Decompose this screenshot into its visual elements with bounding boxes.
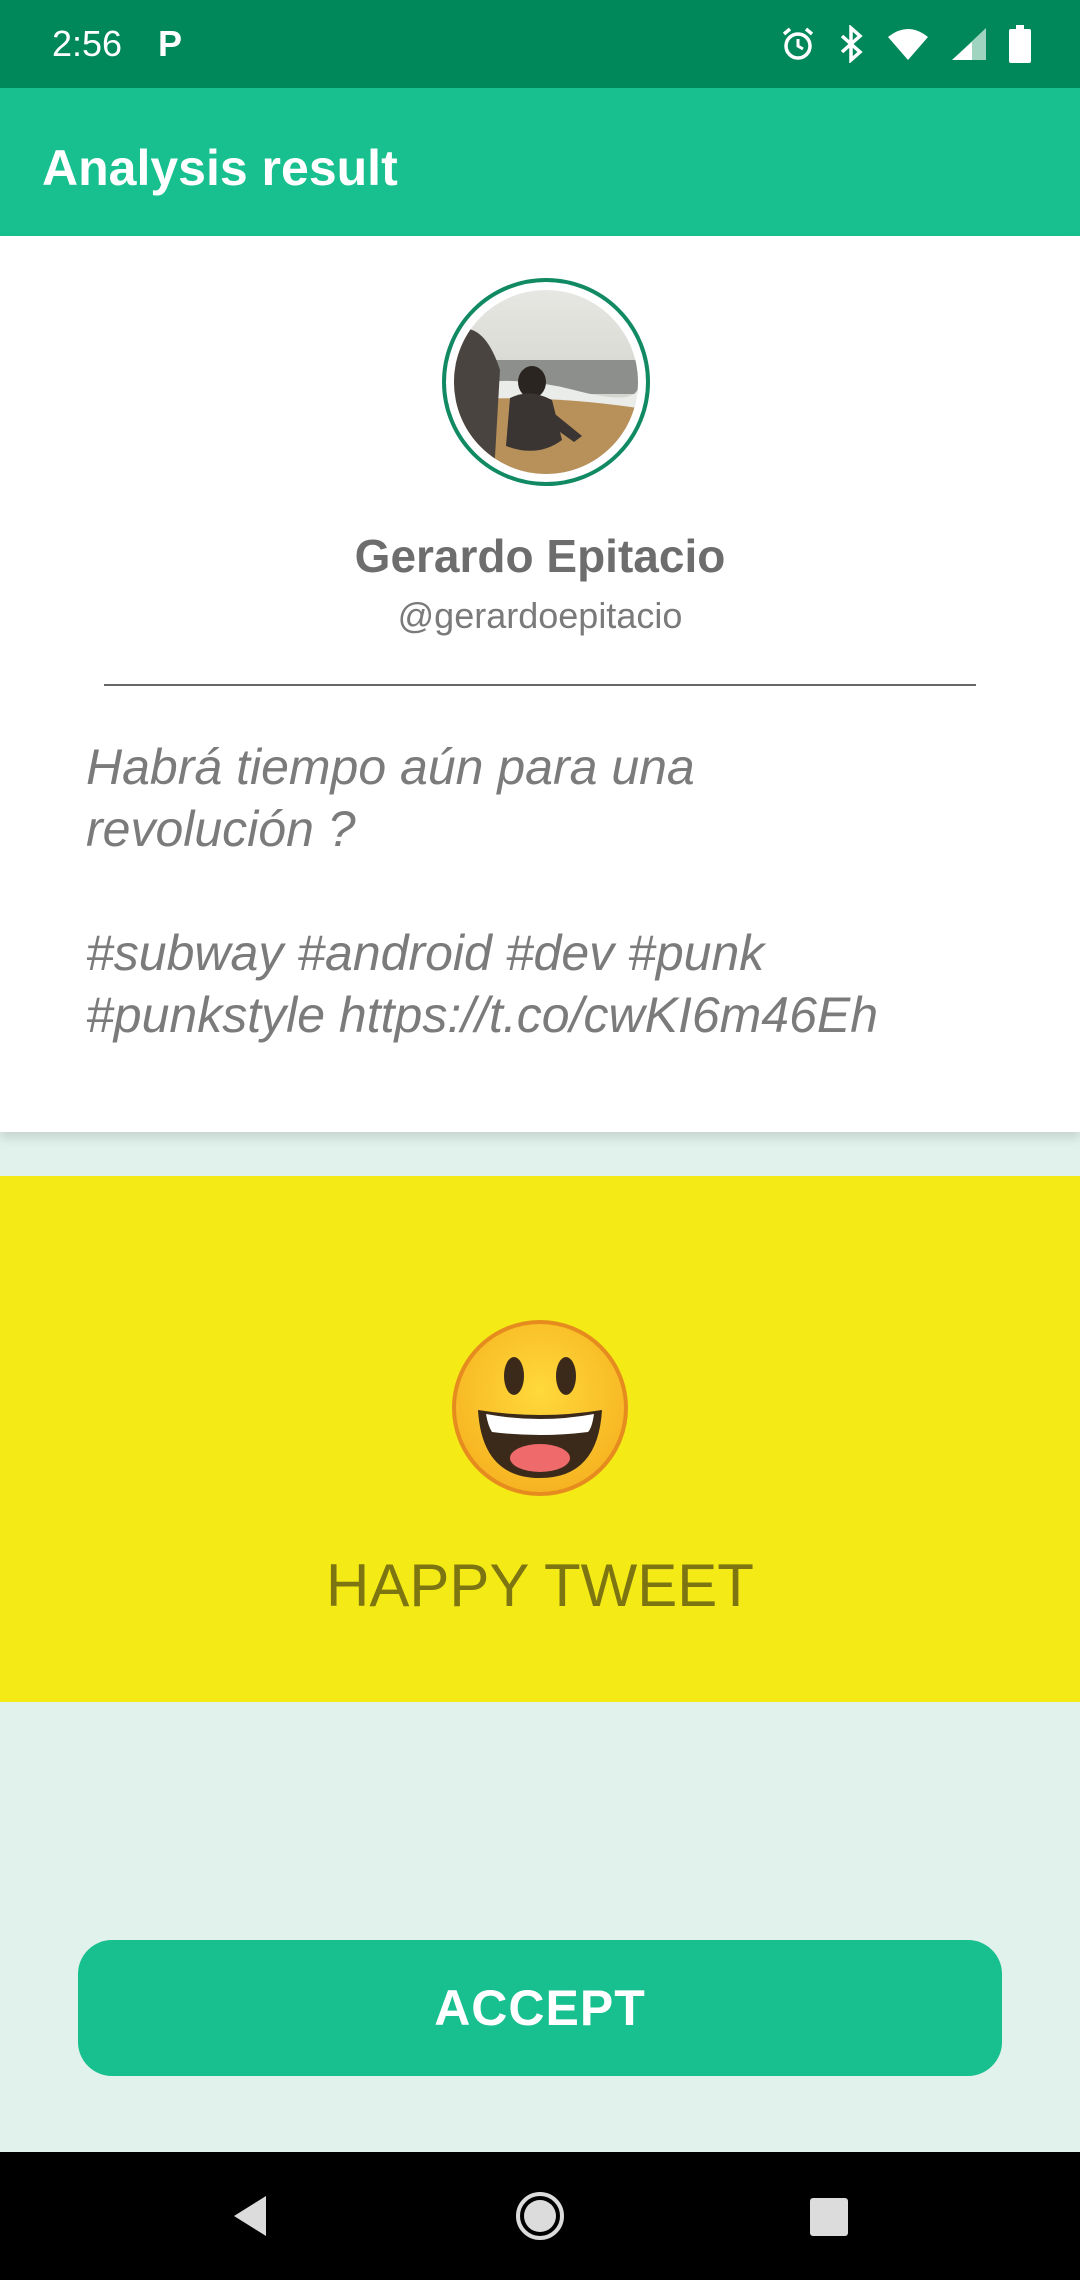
tweet-card: Gerardo Epitacio @gerardoepitacio Habrá …: [0, 236, 1080, 1132]
accept-button[interactable]: ACCEPT: [78, 1940, 1002, 2076]
page-title: Analysis result: [42, 140, 398, 196]
wifi-icon: [888, 29, 928, 60]
divider: [104, 684, 976, 686]
app-bar: Analysis result: [0, 88, 1080, 236]
smiley-emoji-icon: [452, 1320, 628, 1496]
home-icon[interactable]: [510, 2186, 570, 2246]
result-panel: HAPPY TWEET: [0, 1176, 1080, 1702]
profile-photo: [454, 290, 638, 474]
bluetooth-icon: [840, 25, 863, 63]
navigation-bar: [0, 2152, 1080, 2280]
tweet-text: Habrá tiempo aún para una revolución ? #…: [86, 739, 879, 1043]
cell-signal-icon: [952, 28, 986, 60]
user-handle: @gerardoepitacio: [397, 595, 683, 636]
notification-p-icon: P: [158, 23, 183, 64]
battery-icon: [1009, 25, 1031, 63]
status-time: 2:56: [52, 23, 123, 64]
avatar: [442, 278, 650, 486]
alarm-icon: [782, 27, 814, 60]
back-icon[interactable]: [222, 2186, 282, 2246]
status-bar: 2:56 P: [0, 0, 1080, 88]
user-name: Gerardo Epitacio: [354, 530, 726, 582]
result-label: HAPPY TWEET: [326, 1552, 754, 1619]
status-icons: [780, 22, 1032, 66]
recents-icon[interactable]: [798, 2186, 858, 2246]
